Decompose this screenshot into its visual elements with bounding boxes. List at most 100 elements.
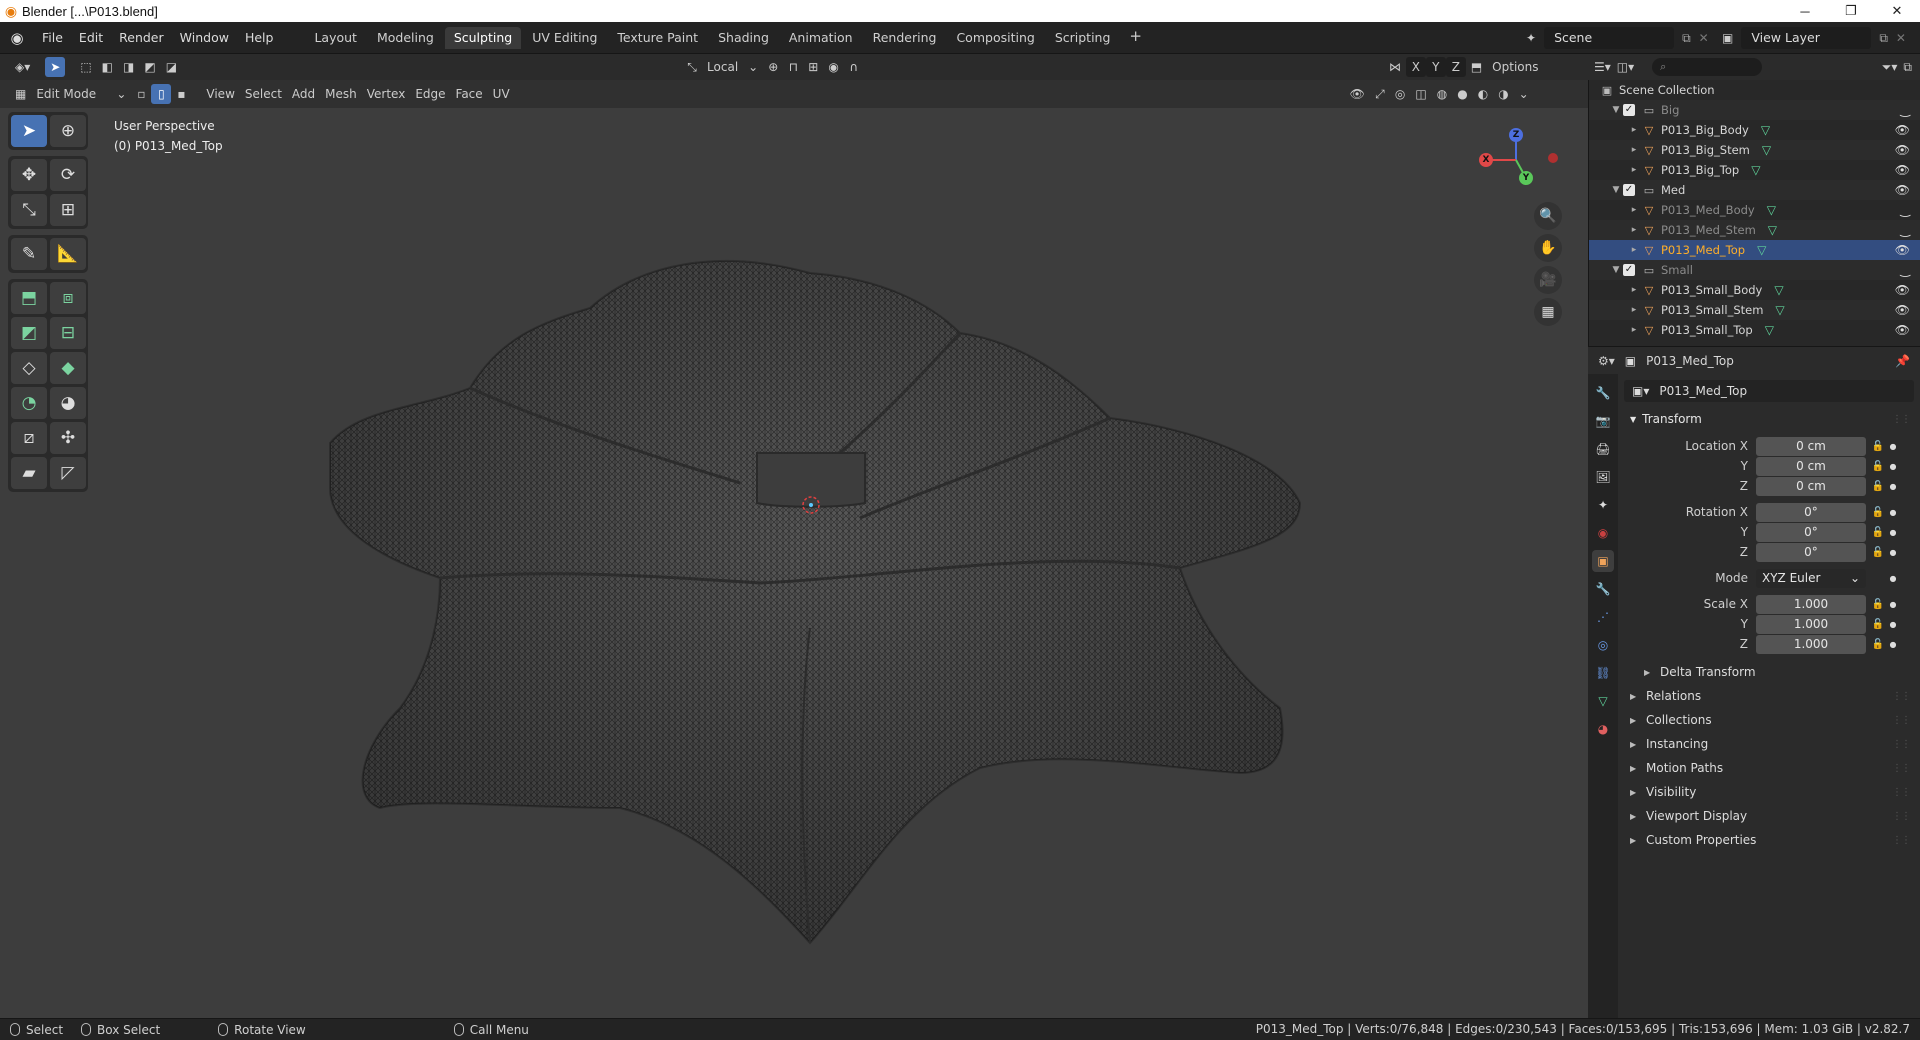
view-layer-tab-icon[interactable]: 🖼 xyxy=(1592,466,1614,488)
tab-shading[interactable]: Shading xyxy=(709,27,778,49)
tab-texture-paint[interactable]: Texture Paint xyxy=(608,27,707,49)
properties-panel-visibility[interactable]: ▶ Visibility ⋮⋮ xyxy=(1624,780,1914,804)
minimize-button[interactable]: ─ xyxy=(1782,0,1828,22)
expand-right-icon[interactable]: ▸ xyxy=(1627,145,1641,155)
lock-icon[interactable]: 🔓 xyxy=(1870,461,1886,472)
menu-vertex[interactable]: Vertex xyxy=(362,84,411,104)
eye-icon[interactable]: 👁 xyxy=(1895,123,1910,137)
keyframe-dot-icon[interactable]: ● xyxy=(1886,482,1900,491)
keyframe-dot-icon[interactable]: ● xyxy=(1886,442,1900,451)
menu-view[interactable]: View xyxy=(201,84,239,104)
material-shading-icon[interactable]: ◐ xyxy=(1473,84,1493,104)
outliner-object-row[interactable]: ▸ ▽ P013_Big_Body ▽ 👁 xyxy=(1589,120,1920,140)
mode-select[interactable]: Edit Mode xyxy=(31,84,111,104)
mesh-data-icon[interactable]: ▽ xyxy=(1774,283,1783,297)
view-layer-delete-icon[interactable]: ✕ xyxy=(1896,31,1906,45)
properties-panel-instancing[interactable]: ▶ Instancing ⋮⋮ xyxy=(1624,732,1914,756)
properties-panel-relations[interactable]: ▶ Relations ⋮⋮ xyxy=(1624,684,1914,708)
scale-tool-icon[interactable]: ⤡ xyxy=(11,194,47,226)
eye-icon[interactable]: 👁 xyxy=(1895,323,1910,337)
outliner-object-row[interactable]: ▸ ▽ P013_Big_Top ▽ 👁 xyxy=(1589,160,1920,180)
properties-panel-motion-paths[interactable]: ▶ Motion Paths ⋮⋮ xyxy=(1624,756,1914,780)
menu-edit[interactable]: Edit xyxy=(71,27,111,49)
menu-face[interactable]: Face xyxy=(451,84,488,104)
select-intersect-icon[interactable]: ◪ xyxy=(161,57,182,77)
menu-help[interactable]: Help xyxy=(237,27,282,49)
outliner-object-row[interactable]: ▸ ▽ P013_Med_Stem ▽ ‿ xyxy=(1589,220,1920,240)
transform-orientation-icon[interactable]: ⤡ xyxy=(682,57,702,77)
object-tab-icon[interactable]: ▣ xyxy=(1592,550,1614,572)
expand-right-icon[interactable]: ▸ xyxy=(1627,225,1641,235)
smooth-tool-icon[interactable]: ◕ xyxy=(50,387,86,419)
expand-down-icon[interactable]: ▼ xyxy=(1609,185,1623,195)
expand-right-icon[interactable]: ▸ xyxy=(1627,165,1641,175)
tab-sculpting[interactable]: Sculpting xyxy=(444,26,522,49)
display-mode-icon[interactable]: ◫▾ xyxy=(1617,60,1634,74)
outliner-object-row[interactable]: ▸ ▽ P013_Small_Top ▽ 👁 xyxy=(1589,320,1920,340)
drag-handle-icon[interactable]: ⋮⋮ xyxy=(1892,739,1914,750)
outliner-object-row[interactable]: ▸ ▽ P013_Med_Body ▽ ‿ xyxy=(1589,200,1920,220)
select-extend-icon[interactable]: ◧ xyxy=(97,57,118,77)
scale-y-field[interactable]: 1.000 xyxy=(1756,614,1866,634)
transform-panel-header[interactable]: ▼ Transform ⋮⋮ xyxy=(1624,408,1914,430)
keyframe-dot-icon[interactable]: ● xyxy=(1886,462,1900,471)
expand-down-icon[interactable]: ▼ xyxy=(1609,265,1623,275)
blender-menu-icon[interactable]: ◉ xyxy=(0,29,34,47)
mirror-x-toggle[interactable]: X xyxy=(1405,57,1426,77)
tab-uv-editing[interactable]: UV Editing xyxy=(523,27,606,49)
drag-handle-icon[interactable]: ⋮⋮ xyxy=(1892,835,1914,846)
properties-panel-custom-properties[interactable]: ▶ Custom Properties ⋮⋮ xyxy=(1624,828,1914,852)
outliner-object-row[interactable]: ▸ ▽ P013_Small_Body ▽ 👁 xyxy=(1589,280,1920,300)
select-box-mode-icon[interactable]: ⬚ xyxy=(75,57,96,77)
new-collection-icon[interactable]: ⧉ xyxy=(1903,60,1912,75)
axis-neg-x-handle[interactable] xyxy=(1548,153,1558,163)
snap-icon[interactable]: ⊓ xyxy=(783,57,803,77)
tab-modeling[interactable]: Modeling xyxy=(368,27,443,49)
output-tab-icon[interactable]: 🖨 xyxy=(1592,438,1614,460)
constraints-tab-icon[interactable]: ⛓ xyxy=(1592,662,1614,684)
expand-right-icon[interactable]: ▸ xyxy=(1627,305,1641,315)
transform-tool-icon[interactable]: ⊞ xyxy=(50,194,86,226)
rotation-y-field[interactable]: 0° xyxy=(1756,522,1866,542)
add-workspace-button[interactable]: + xyxy=(1121,27,1150,49)
lock-icon[interactable]: 🔓 xyxy=(1870,619,1886,630)
bevel-tool-icon[interactable]: ◩ xyxy=(11,317,47,349)
menu-uv[interactable]: UV xyxy=(488,84,515,104)
lock-icon[interactable]: 🔓 xyxy=(1870,599,1886,610)
gizmo-toggle-icon[interactable]: ⤢ xyxy=(1370,84,1390,104)
3d-viewport[interactable]: User Perspective (0) P013_Med_Top ➤ ⊕ ✥ … xyxy=(0,108,1588,1018)
mirror-y-toggle[interactable]: Y xyxy=(1425,57,1446,77)
material-tab-icon[interactable]: ◕ xyxy=(1592,718,1614,740)
eye-icon[interactable]: 👁 xyxy=(1895,303,1910,317)
expand-right-icon[interactable]: ▸ xyxy=(1627,125,1641,135)
measure-tool-icon[interactable]: 📐 xyxy=(50,238,86,270)
scene-icon[interactable]: ✦ xyxy=(1526,31,1536,45)
pan-hand-icon[interactable]: ✋ xyxy=(1534,234,1562,262)
view-layer-icon[interactable]: ▣ xyxy=(1722,31,1733,45)
properties-panel-viewport-display[interactable]: ▶ Viewport Display ⋮⋮ xyxy=(1624,804,1914,828)
tab-rendering[interactable]: Rendering xyxy=(864,27,946,49)
proportional-edit-icon[interactable]: ◉ xyxy=(823,57,843,77)
rotation-mode-select[interactable]: XYZ Euler ⌄ xyxy=(1756,568,1866,588)
rotation-x-field[interactable]: 0° xyxy=(1756,502,1866,522)
lock-icon[interactable]: 🔓 xyxy=(1870,441,1886,452)
outliner-collection-row[interactable]: ▼ ✓ ▭ Med 👁 xyxy=(1589,180,1920,200)
physics-tab-icon[interactable]: ◎ xyxy=(1592,634,1614,656)
wireframe-shading-icon[interactable]: ◍ xyxy=(1432,84,1452,104)
menu-render[interactable]: Render xyxy=(111,27,172,49)
menu-file[interactable]: File xyxy=(34,27,71,49)
outliner-object-row[interactable]: ▸ ▽ P013_Big_Stem ▽ 👁 xyxy=(1589,140,1920,160)
collection-checkbox[interactable]: ✓ xyxy=(1623,184,1635,196)
properties-editor-icon[interactable]: ⚙▾ xyxy=(1598,354,1615,368)
scene-field[interactable]: Scene xyxy=(1544,27,1675,49)
keyframe-dot-icon[interactable]: ● xyxy=(1886,548,1900,557)
eye-icon[interactable]: 👁 xyxy=(1895,143,1910,157)
drag-handle-icon[interactable]: ⋮⋮ xyxy=(1892,811,1914,822)
render-tab-icon[interactable]: 📷 xyxy=(1592,410,1614,432)
view-layer-new-icon[interactable]: ⧉ xyxy=(1879,31,1888,46)
expand-right-icon[interactable]: ▸ xyxy=(1627,325,1641,335)
select-box-tool-icon[interactable]: ➤ xyxy=(11,115,47,147)
orthographic-grid-icon[interactable]: ▦ xyxy=(1534,298,1562,326)
axis-y-handle[interactable]: Y xyxy=(1519,171,1533,185)
scale-z-field[interactable]: 1.000 xyxy=(1756,634,1866,654)
